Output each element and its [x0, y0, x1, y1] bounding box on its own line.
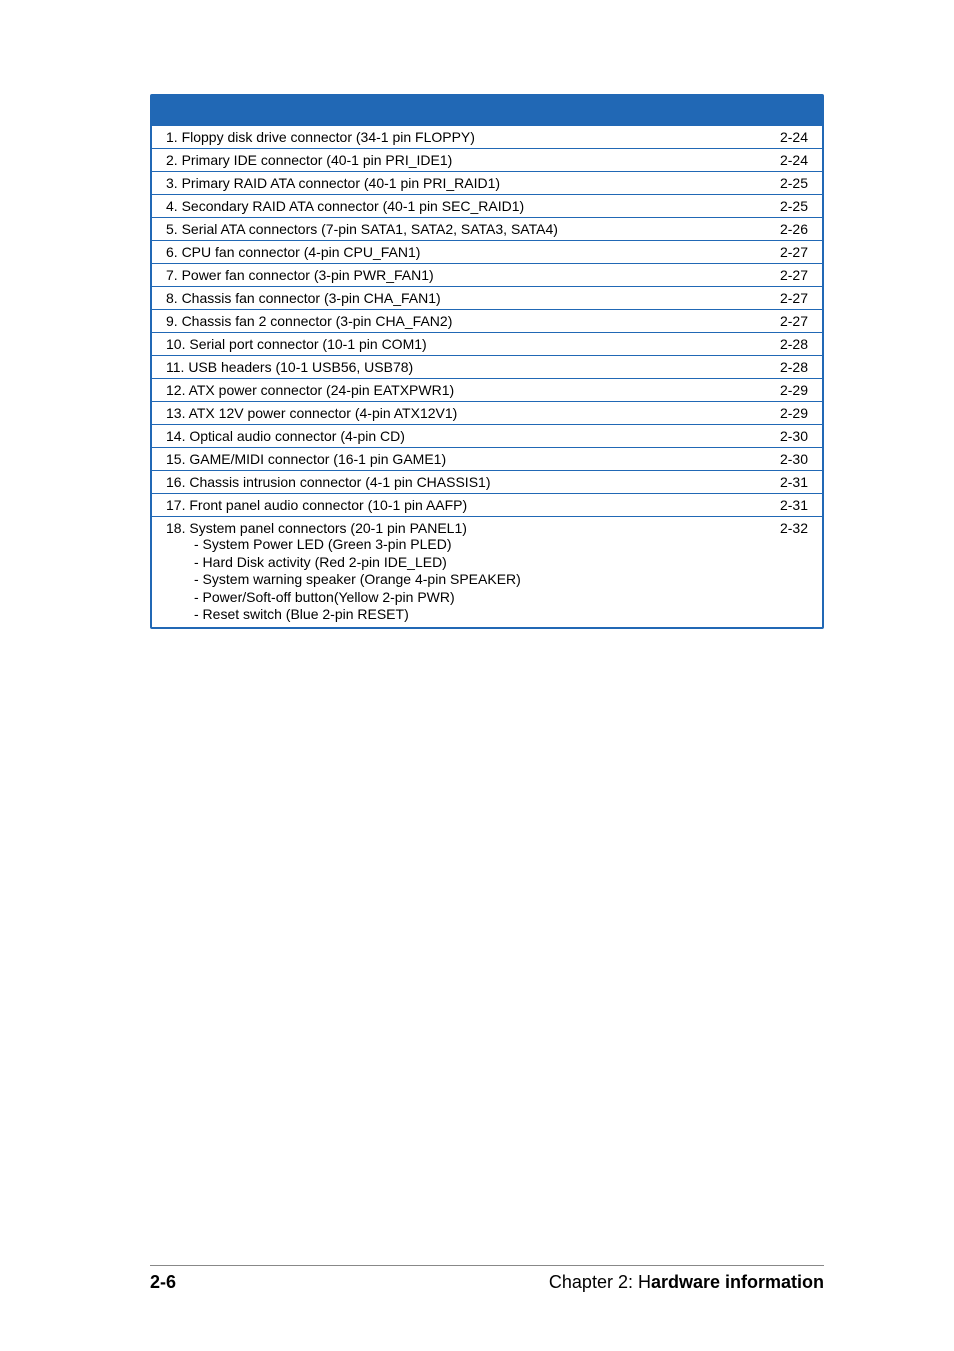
subitem: - Reset switch (Blue 2-pin RESET)	[194, 606, 742, 624]
table-row: 4. Secondary RAID ATA connector (40-1 pi…	[152, 195, 822, 218]
footer-content: 2-6 Chapter 2: Hardware information	[150, 1272, 824, 1293]
subitem: - System warning speaker (Orange 4-pin S…	[194, 571, 742, 589]
connector-label: 1. Floppy disk drive connector (34-1 pin…	[152, 126, 752, 149]
connector-label: 11. USB headers (10-1 USB56, USB78)	[152, 356, 752, 379]
connector-label: 18. System panel connectors (20-1 pin PA…	[152, 517, 752, 627]
subitems: - System Power LED (Green 3-pin PLED)- H…	[166, 536, 742, 624]
table-row: 1. Floppy disk drive connector (34-1 pin…	[152, 126, 822, 149]
chapter-title: Chapter 2: Hardware information	[549, 1272, 824, 1293]
chapter-prefix: Chapter 2: H	[549, 1272, 651, 1292]
connector-label: 4. Secondary RAID ATA connector (40-1 pi…	[152, 195, 752, 218]
connector-page: 2-31	[752, 494, 822, 517]
connector-page: 2-28	[752, 333, 822, 356]
connector-page: 2-26	[752, 218, 822, 241]
connector-label: 16. Chassis intrusion connector (4-1 pin…	[152, 471, 752, 494]
connector-page: 2-32	[752, 517, 822, 627]
connector-label: 15. GAME/MIDI connector (16-1 pin GAME1)	[152, 448, 752, 471]
connector-label: 17. Front panel audio connector (10-1 pi…	[152, 494, 752, 517]
table-row: 15. GAME/MIDI connector (16-1 pin GAME1)…	[152, 448, 822, 471]
table-header	[152, 96, 822, 126]
table-row: 12. ATX power connector (24-pin EATXPWR1…	[152, 379, 822, 402]
page-content: 1. Floppy disk drive connector (34-1 pin…	[0, 0, 954, 629]
connector-page: 2-24	[752, 126, 822, 149]
connector-label: 5. Serial ATA connectors (7-pin SATA1, S…	[152, 218, 752, 241]
connector-label: 2. Primary IDE connector (40-1 pin PRI_I…	[152, 149, 752, 172]
table-row: 5. Serial ATA connectors (7-pin SATA1, S…	[152, 218, 822, 241]
connector-label: 7. Power fan connector (3-pin PWR_FAN1)	[152, 264, 752, 287]
table-row: 11. USB headers (10-1 USB56, USB78)2-28	[152, 356, 822, 379]
table-row: 7. Power fan connector (3-pin PWR_FAN1)2…	[152, 264, 822, 287]
table-row: 2. Primary IDE connector (40-1 pin PRI_I…	[152, 149, 822, 172]
connector-label: 14. Optical audio connector (4-pin CD)	[152, 425, 752, 448]
table-row: 8. Chassis fan connector (3-pin CHA_FAN1…	[152, 287, 822, 310]
page-footer: 2-6 Chapter 2: Hardware information	[150, 1265, 824, 1293]
connector-label: 9. Chassis fan 2 connector (3-pin CHA_FA…	[152, 310, 752, 333]
connector-page: 2-27	[752, 264, 822, 287]
table-row: 18. System panel connectors (20-1 pin PA…	[152, 517, 822, 627]
subitem: - Hard Disk activity (Red 2-pin IDE_LED)	[194, 554, 742, 572]
connector-label: 10. Serial port connector (10-1 pin COM1…	[152, 333, 752, 356]
table-row: 14. Optical audio connector (4-pin CD)2-…	[152, 425, 822, 448]
connector-page: 2-27	[752, 241, 822, 264]
table-row: 16. Chassis intrusion connector (4-1 pin…	[152, 471, 822, 494]
connector-label: 6. CPU fan connector (4-pin CPU_FAN1)	[152, 241, 752, 264]
table-row: 6. CPU fan connector (4-pin CPU_FAN1)2-2…	[152, 241, 822, 264]
connector-page: 2-27	[752, 310, 822, 333]
table-row: 10. Serial port connector (10-1 pin COM1…	[152, 333, 822, 356]
connector-page: 2-27	[752, 287, 822, 310]
connector-page: 2-31	[752, 471, 822, 494]
subitem: - Power/Soft-off button(Yellow 2-pin PWR…	[194, 589, 742, 607]
table-row: 13. ATX 12V power connector (4-pin ATX12…	[152, 402, 822, 425]
connector-page: 2-29	[752, 379, 822, 402]
table-row: 9. Chassis fan 2 connector (3-pin CHA_FA…	[152, 310, 822, 333]
table-row: 3. Primary RAID ATA connector (40-1 pin …	[152, 172, 822, 195]
page-number: 2-6	[150, 1272, 176, 1293]
footer-divider	[150, 1265, 824, 1266]
connector-page: 2-29	[752, 402, 822, 425]
connector-label: 12. ATX power connector (24-pin EATXPWR1…	[152, 379, 752, 402]
connector-page: 2-28	[752, 356, 822, 379]
connector-page: 2-30	[752, 425, 822, 448]
table-body: 1. Floppy disk drive connector (34-1 pin…	[152, 126, 822, 627]
subitem: - System Power LED (Green 3-pin PLED)	[194, 536, 742, 554]
connector-page: 2-25	[752, 172, 822, 195]
connector-label: 8. Chassis fan connector (3-pin CHA_FAN1…	[152, 287, 752, 310]
connectors-table: 1. Floppy disk drive connector (34-1 pin…	[150, 94, 824, 629]
connector-page: 2-25	[752, 195, 822, 218]
table-row: 17. Front panel audio connector (10-1 pi…	[152, 494, 822, 517]
connector-label: 3. Primary RAID ATA connector (40-1 pin …	[152, 172, 752, 195]
connector-page: 2-24	[752, 149, 822, 172]
connector-label: 13. ATX 12V power connector (4-pin ATX12…	[152, 402, 752, 425]
chapter-bold: ardware information	[651, 1272, 824, 1292]
connector-page: 2-30	[752, 448, 822, 471]
